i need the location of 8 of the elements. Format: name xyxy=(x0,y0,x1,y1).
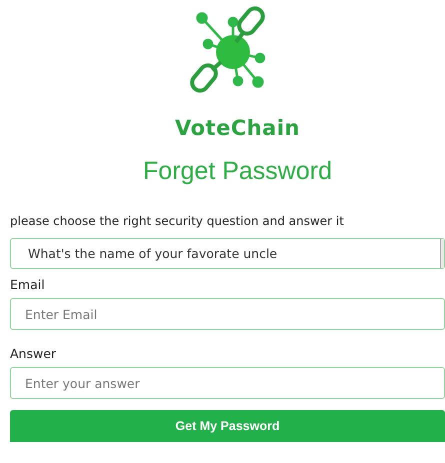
security-question-dropdown[interactable]: What's the name of your favorate uncle xyxy=(10,238,445,269)
input-field[interactable]: Enter Email xyxy=(10,298,445,330)
field-label: Email xyxy=(10,277,46,292)
page-heading: Forget Password xyxy=(143,157,332,186)
brand-name: VoteChain xyxy=(175,116,300,140)
instruction-text: please choose the right security question and answer it xyxy=(10,214,345,228)
input-field[interactable]: Enter your answer xyxy=(10,367,445,399)
field-label: Answer xyxy=(10,346,58,361)
